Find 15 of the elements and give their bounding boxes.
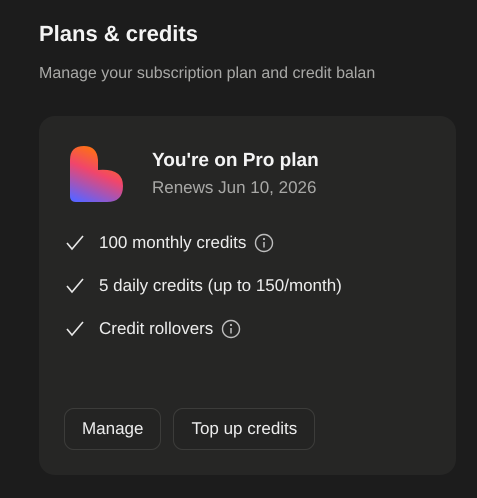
info-icon[interactable] bbox=[254, 233, 274, 253]
page-subtitle: Manage your subscription plan and credit balan bbox=[39, 64, 376, 84]
info-icon[interactable] bbox=[221, 319, 242, 339]
renewal-date: Renews Jun 10, 2026 bbox=[152, 176, 318, 198]
check-icon bbox=[66, 278, 84, 294]
check-icon bbox=[66, 321, 84, 337]
feature-text: 5 daily credits (up to 150/month) bbox=[99, 275, 342, 297]
action-button[interactable]: Top up credits bbox=[173, 408, 316, 450]
feature-text: 100 monthly credits bbox=[99, 232, 246, 254]
page-title: Plans & credits bbox=[39, 20, 198, 48]
feature-text: Credit rollovers bbox=[99, 318, 214, 340]
action-button[interactable]: Manage bbox=[64, 408, 162, 450]
heart-logo-icon bbox=[70, 146, 123, 202]
plan-title: You're on Pro plan bbox=[152, 148, 319, 172]
check-icon bbox=[66, 235, 84, 251]
